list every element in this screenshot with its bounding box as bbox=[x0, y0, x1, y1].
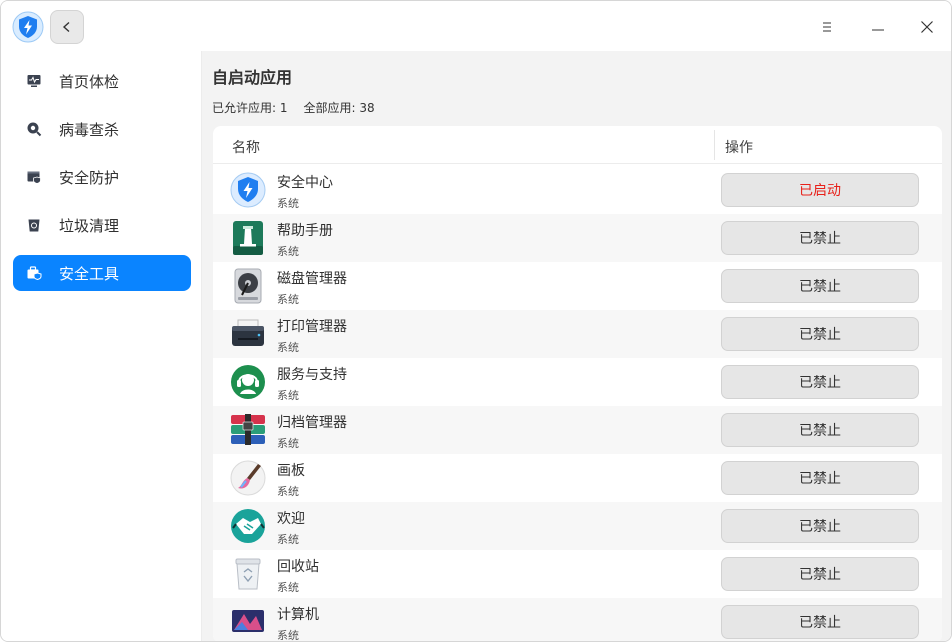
table-row: 画板 系统 已禁止 bbox=[213, 454, 942, 502]
column-divider[interactable] bbox=[714, 130, 715, 160]
column-header-action: 操作 bbox=[725, 140, 753, 156]
security-center-icon bbox=[230, 172, 266, 208]
table-row: 磁盘管理器 系统 已禁止 bbox=[213, 262, 942, 310]
main-content: 自启动应用 已允许应用: 1 全部应用: 38 名称 操作 安全中心 系统 已启… bbox=[202, 51, 951, 642]
virus-scan-icon bbox=[26, 121, 42, 137]
toolbox-icon bbox=[26, 265, 42, 281]
sidebar: 首页体检 病毒查杀 安全防护 垃圾清理 安全工具 bbox=[1, 51, 202, 641]
app-name: 画板 bbox=[277, 463, 305, 479]
autostart-toggle-button[interactable]: 已禁止 bbox=[721, 365, 919, 399]
sidebar-item-label: 安全防护 bbox=[59, 168, 120, 187]
table-body: 安全中心 系统 已启动 帮助手册 系统 已禁止 磁盘管理器 系统 已禁止 打印管… bbox=[213, 166, 942, 642]
close-button[interactable] bbox=[912, 12, 942, 42]
support-headset-icon bbox=[230, 364, 266, 400]
autostart-table: 名称 操作 安全中心 系统 已启动 帮助手册 系统 已禁止 磁盘管理器 系统 已… bbox=[213, 126, 942, 642]
disk-manager-icon bbox=[230, 268, 266, 304]
archive-manager-icon bbox=[230, 412, 266, 448]
minimize-icon bbox=[872, 29, 884, 31]
table-row: 计算机 系统 已禁止 bbox=[213, 598, 942, 642]
autostart-toggle-button[interactable]: 已禁止 bbox=[721, 605, 919, 639]
minimize-button[interactable] bbox=[863, 12, 893, 42]
app-name: 归档管理器 bbox=[277, 415, 347, 431]
app-type: 系统 bbox=[277, 629, 299, 642]
sidebar-item-virus-scan[interactable]: 病毒查杀 bbox=[13, 111, 191, 147]
app-window: 首页体检 病毒查杀 安全防护 垃圾清理 安全工具 自启动应用 已允许应用: 1 … bbox=[0, 0, 952, 642]
sidebar-item-label: 首页体检 bbox=[59, 72, 120, 91]
app-name: 安全中心 bbox=[277, 175, 333, 191]
sidebar-item-cleanup[interactable]: 垃圾清理 bbox=[13, 207, 191, 243]
app-name: 回收站 bbox=[277, 559, 319, 575]
sidebar-item-label: 垃圾清理 bbox=[59, 216, 120, 235]
computer-icon bbox=[230, 604, 266, 640]
autostart-toggle-button[interactable]: 已启动 bbox=[721, 173, 919, 207]
table-row: 安全中心 系统 已启动 bbox=[213, 166, 942, 214]
autostart-toggle-button[interactable]: 已禁止 bbox=[721, 269, 919, 303]
table-row: 归档管理器 系统 已禁止 bbox=[213, 406, 942, 454]
welcome-handshake-icon bbox=[230, 508, 266, 544]
table-row: 打印管理器 系统 已禁止 bbox=[213, 310, 942, 358]
table-row: 帮助手册 系统 已禁止 bbox=[213, 214, 942, 262]
column-header-name: 名称 bbox=[232, 140, 260, 156]
menu-icon bbox=[823, 22, 831, 32]
autostart-toggle-button[interactable]: 已禁止 bbox=[721, 509, 919, 543]
app-type: 系统 bbox=[277, 341, 299, 354]
chevron-left-icon bbox=[62, 21, 70, 33]
sidebar-item-security-tools[interactable]: 安全工具 bbox=[13, 255, 191, 291]
sidebar-item-label: 病毒查杀 bbox=[59, 120, 120, 139]
app-type: 系统 bbox=[277, 293, 299, 306]
help-manual-icon bbox=[230, 220, 266, 256]
paint-brush-icon bbox=[230, 460, 266, 496]
monitor-pulse-icon bbox=[26, 73, 42, 89]
sidebar-item-home-check[interactable]: 首页体检 bbox=[13, 63, 191, 99]
shield-bolt-icon bbox=[12, 11, 44, 43]
sidebar-item-label: 安全工具 bbox=[59, 264, 120, 283]
app-type: 系统 bbox=[277, 485, 299, 498]
app-name: 打印管理器 bbox=[277, 319, 347, 335]
title-bar bbox=[1, 1, 951, 51]
app-type: 系统 bbox=[277, 197, 299, 210]
trash-clean-icon bbox=[26, 217, 42, 233]
autostart-toggle-button[interactable]: 已禁止 bbox=[721, 557, 919, 591]
table-row: 回收站 系统 已禁止 bbox=[213, 550, 942, 598]
allowed-count: 已允许应用: 1 bbox=[212, 101, 288, 115]
close-icon bbox=[921, 21, 933, 33]
table-row: 欢迎 系统 已禁止 bbox=[213, 502, 942, 550]
app-type: 系统 bbox=[277, 437, 299, 450]
app-name: 计算机 bbox=[277, 607, 319, 623]
stats-bar: 已允许应用: 1 全部应用: 38 bbox=[212, 99, 375, 116]
shield-window-icon bbox=[26, 169, 42, 185]
menu-button[interactable] bbox=[812, 12, 842, 42]
total-count: 全部应用: 38 bbox=[303, 101, 375, 115]
autostart-toggle-button[interactable]: 已禁止 bbox=[721, 317, 919, 351]
app-type: 系统 bbox=[277, 581, 299, 594]
autostart-toggle-button[interactable]: 已禁止 bbox=[721, 221, 919, 255]
recycle-bin-icon bbox=[230, 556, 266, 592]
app-name: 欢迎 bbox=[277, 511, 305, 527]
autostart-toggle-button[interactable]: 已禁止 bbox=[721, 413, 919, 447]
page-title: 自启动应用 bbox=[212, 68, 293, 87]
app-type: 系统 bbox=[277, 245, 299, 258]
autostart-toggle-button[interactable]: 已禁止 bbox=[721, 461, 919, 495]
printer-icon bbox=[230, 316, 266, 352]
app-name: 服务与支持 bbox=[277, 367, 347, 383]
table-row: 服务与支持 系统 已禁止 bbox=[213, 358, 942, 406]
app-type: 系统 bbox=[277, 533, 299, 546]
sidebar-item-protection[interactable]: 安全防护 bbox=[13, 159, 191, 195]
back-button[interactable] bbox=[50, 10, 84, 44]
app-type: 系统 bbox=[277, 389, 299, 402]
app-name: 帮助手册 bbox=[277, 223, 333, 239]
app-name: 磁盘管理器 bbox=[277, 271, 347, 287]
table-header: 名称 操作 bbox=[213, 126, 942, 164]
